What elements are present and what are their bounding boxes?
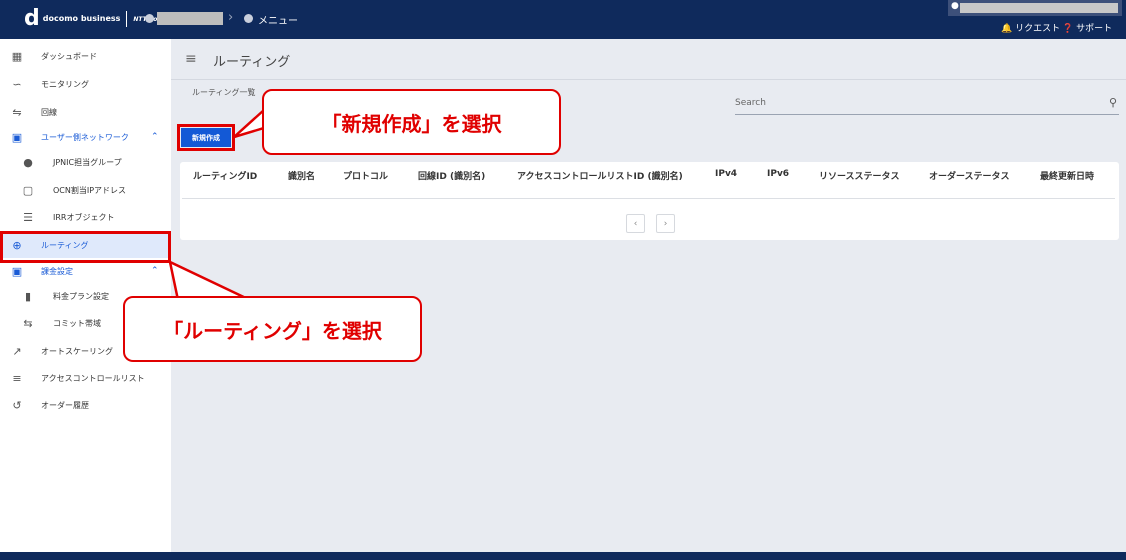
routing-pointer <box>168 259 251 302</box>
routing-callout: 「ルーティング」を選択 <box>123 296 422 362</box>
new-button-callout: 「新規作成」を選択 <box>262 89 561 155</box>
new-button-pointer <box>233 107 266 139</box>
callout-pointers <box>168 107 266 302</box>
